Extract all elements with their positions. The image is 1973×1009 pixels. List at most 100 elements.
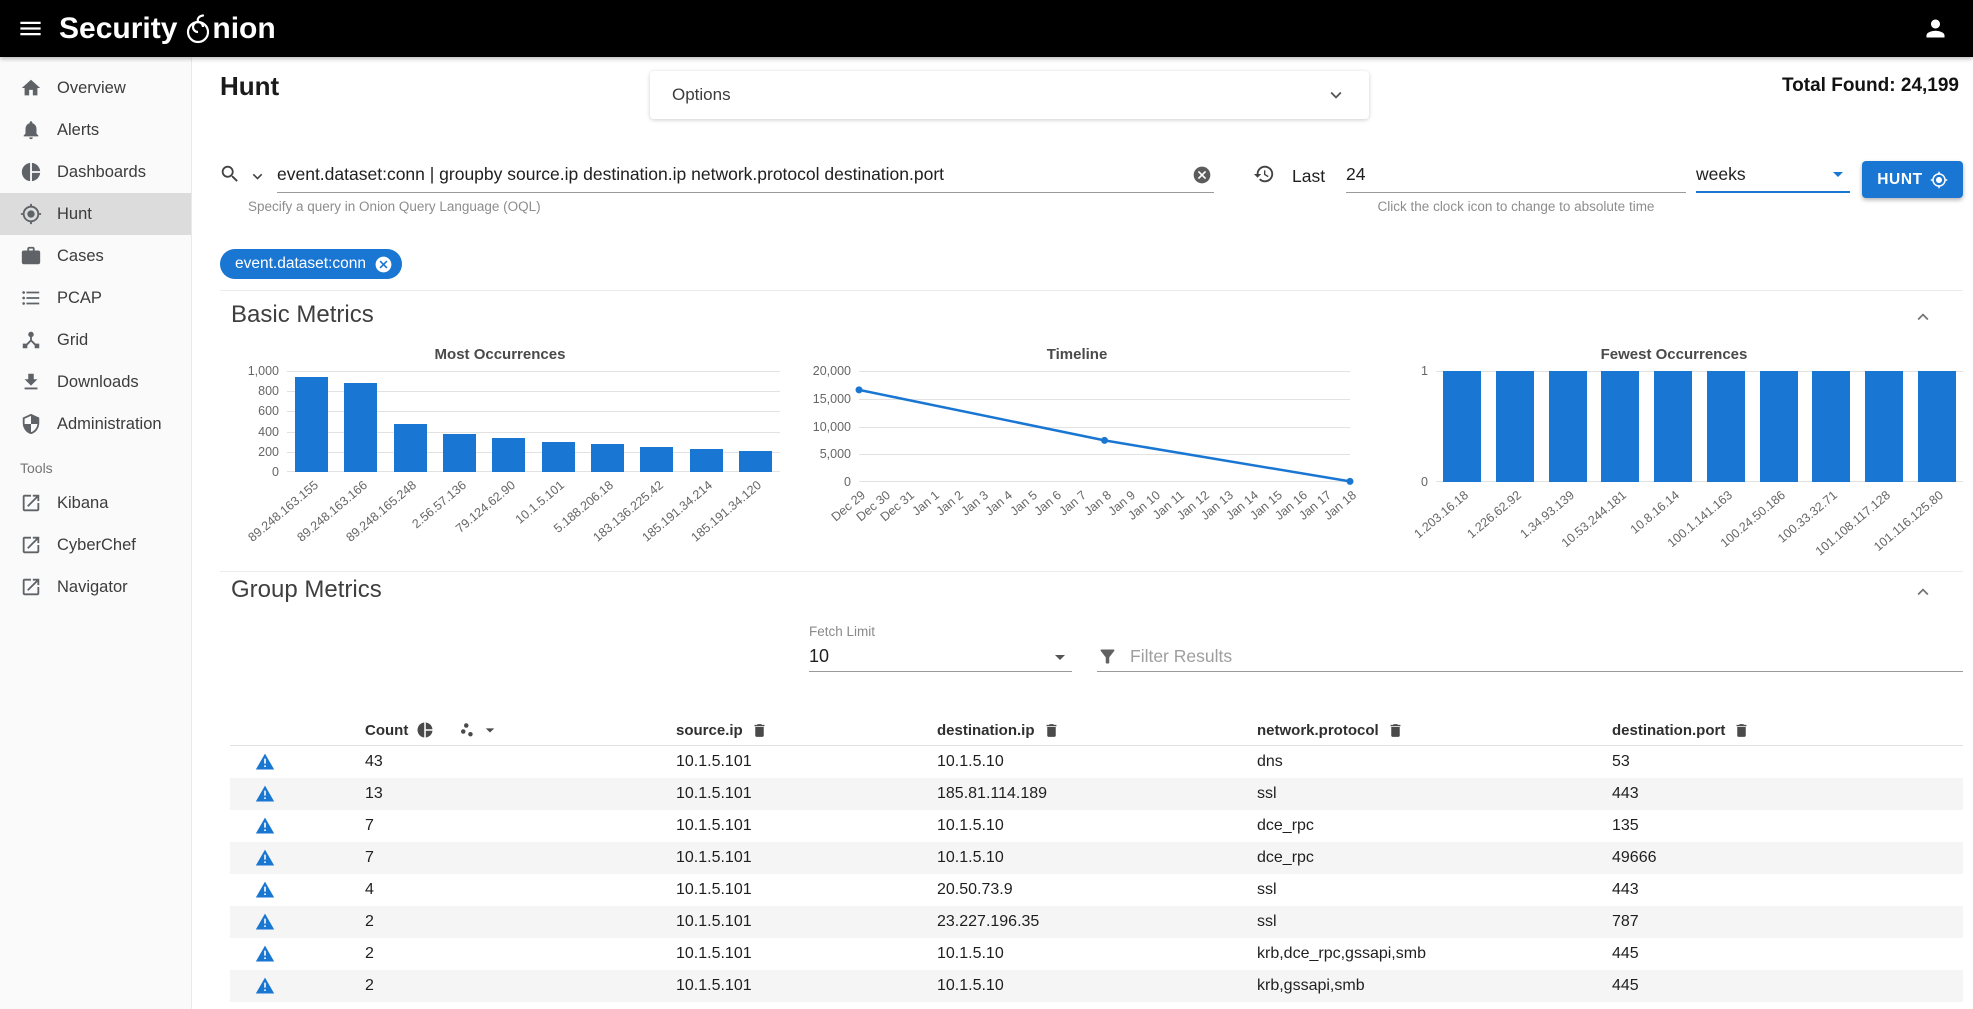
cell-network-protocol: dns <box>1257 753 1612 771</box>
sidebar-item-label: CyberChef <box>57 536 136 555</box>
sidebar-nav: Overview Alerts Dashboards Hunt Cases PCAP Gri… <box>0 67 191 445</box>
sidebar-item-hunt[interactable]: Hunt <box>0 193 191 235</box>
chart-plot-area <box>287 371 780 472</box>
y-axis: 1,0008006004002000 <box>220 371 279 472</box>
warning-icon[interactable] <box>255 880 275 900</box>
header-count-label: Count <box>365 722 408 739</box>
warning-icon[interactable] <box>255 944 275 964</box>
sidebar-item-cases[interactable]: Cases <box>0 235 191 277</box>
y-tick-label: 0 <box>272 465 279 479</box>
bar <box>640 447 673 472</box>
brand-text-nion: nion <box>212 12 275 46</box>
sidebar-item-kibana[interactable]: Kibana <box>0 482 191 524</box>
cell-destination-ip: 10.1.5.10 <box>937 849 1257 867</box>
duration-input[interactable] <box>1346 164 1686 185</box>
cell-network-protocol: dce_rpc <box>1257 849 1612 867</box>
trash-icon[interactable] <box>751 722 768 739</box>
sidebar-item-grid[interactable]: Grid <box>0 319 191 361</box>
collapse-group-metrics-icon[interactable] <box>1912 581 1934 603</box>
filter-chip[interactable]: event.dataset:conn <box>220 249 402 279</box>
bar <box>1443 371 1481 482</box>
crosshair-icon <box>20 203 42 225</box>
bar <box>1654 371 1692 482</box>
table-row[interactable]: 1310.1.5.101185.81.114.189ssl443 <box>230 778 1963 810</box>
x-tick-label: 1.226.62.92 <box>1464 488 1524 541</box>
groupby-options-icon[interactable] <box>458 721 476 739</box>
sidebar-item-cyberchef[interactable]: CyberChef <box>0 524 191 566</box>
dropdown-caret-icon[interactable] <box>480 720 500 740</box>
last-label: Last <box>1292 166 1325 187</box>
row-warning-cell <box>230 784 365 804</box>
bar <box>1865 371 1903 482</box>
filter-results-input[interactable] <box>1130 646 1963 667</box>
table-row[interactable]: 210.1.5.10110.1.5.10krb,dce_rpc,gssapi,s… <box>230 938 1963 970</box>
y-tick-label: 400 <box>258 425 279 439</box>
sidebar-item-label: Cases <box>57 247 104 266</box>
fetch-limit-select[interactable]: 10 <box>809 642 1072 672</box>
cell-source-ip: 10.1.5.101 <box>676 849 937 867</box>
table-row[interactable]: 710.1.5.10110.1.5.10dce_rpc49666 <box>230 842 1963 874</box>
sidebar-item-label: Grid <box>57 331 88 350</box>
duration-unit-select[interactable]: weeks <box>1696 157 1850 193</box>
bar <box>739 451 772 472</box>
warning-icon[interactable] <box>255 752 275 772</box>
cell-count: 7 <box>365 849 676 867</box>
sidebar-item-label: Alerts <box>57 121 99 140</box>
table-row[interactable]: 4310.1.5.10110.1.5.10dns53 <box>230 746 1963 778</box>
clear-query-icon[interactable] <box>1192 165 1212 185</box>
page-title: Hunt <box>220 71 279 102</box>
trash-icon[interactable] <box>1387 722 1404 739</box>
warning-icon[interactable] <box>255 976 275 996</box>
y-tick-label: 0 <box>844 475 851 489</box>
hunt-button[interactable]: HUNT <box>1862 161 1963 198</box>
cell-network-protocol: ssl <box>1257 881 1612 899</box>
sidebar-item-downloads[interactable]: Downloads <box>0 361 191 403</box>
trash-icon[interactable] <box>1043 722 1060 739</box>
filter-chip-label: event.dataset:conn <box>235 255 366 273</box>
remove-filter-icon[interactable] <box>374 255 393 274</box>
sidebar: Overview Alerts Dashboards Hunt Cases PCAP Gri… <box>0 57 192 1009</box>
section-divider <box>220 571 1963 572</box>
options-panel[interactable]: Options <box>650 71 1369 119</box>
table-row[interactable]: 710.1.5.10110.1.5.10dce_rpc135 <box>230 810 1963 842</box>
x-tick-label: Jan 7 <box>1057 488 1089 518</box>
sidebar-item-navigator[interactable]: Navigator <box>0 566 191 608</box>
warning-icon[interactable] <box>255 912 275 932</box>
sidebar-item-overview[interactable]: Overview <box>0 67 191 109</box>
relative-time-icon[interactable] <box>1253 163 1275 185</box>
search-icon[interactable] <box>219 163 241 185</box>
cell-network-protocol: krb,dce_rpc,gssapi,smb <box>1257 945 1612 963</box>
pie-chart-icon[interactable] <box>416 721 434 739</box>
bar <box>295 377 328 472</box>
table-row[interactable]: 210.1.5.10123.227.196.35ssl787 <box>230 906 1963 938</box>
table-row[interactable]: 410.1.5.10120.50.73.9ssl443 <box>230 874 1963 906</box>
collapse-basic-metrics-icon[interactable] <box>1912 306 1934 328</box>
x-axis: 89.248.163.15589.248.163.16689.248.165.2… <box>287 474 780 569</box>
warning-icon[interactable] <box>255 816 275 836</box>
user-icon[interactable] <box>1922 15 1949 42</box>
header-network-protocol-label: network.protocol <box>1257 722 1379 739</box>
x-axis: 1.203.16.181.226.62.921.34.93.13910.53.2… <box>1436 484 1963 579</box>
filter-icon[interactable] <box>1097 646 1118 667</box>
bar <box>1760 371 1798 482</box>
warning-icon[interactable] <box>255 848 275 868</box>
bar <box>344 383 377 472</box>
sidebar-item-pcap[interactable]: PCAP <box>0 277 191 319</box>
trash-icon[interactable] <box>1733 722 1750 739</box>
shield-icon <box>20 413 42 435</box>
table-row[interactable]: 210.1.5.10110.1.5.10krb,gssapi,smb445 <box>230 970 1963 1002</box>
duration-unit-value: weeks <box>1696 164 1746 185</box>
sidebar-item-dashboards[interactable]: Dashboards <box>0 151 191 193</box>
hunt-button-label: HUNT <box>1877 171 1922 189</box>
bar <box>1918 371 1956 482</box>
sidebar-item-alerts[interactable]: Alerts <box>0 109 191 151</box>
query-input[interactable] <box>277 164 1190 185</box>
table-body: 4310.1.5.10110.1.5.10dns531310.1.5.10118… <box>230 746 1963 1002</box>
menu-icon[interactable] <box>17 15 44 42</box>
home-icon <box>20 77 42 99</box>
warning-icon[interactable] <box>255 784 275 804</box>
sidebar-item-administration[interactable]: Administration <box>0 403 191 445</box>
sidebar-item-label: Dashboards <box>57 163 146 182</box>
search-options-caret-icon[interactable] <box>248 167 267 186</box>
bar <box>542 442 575 472</box>
